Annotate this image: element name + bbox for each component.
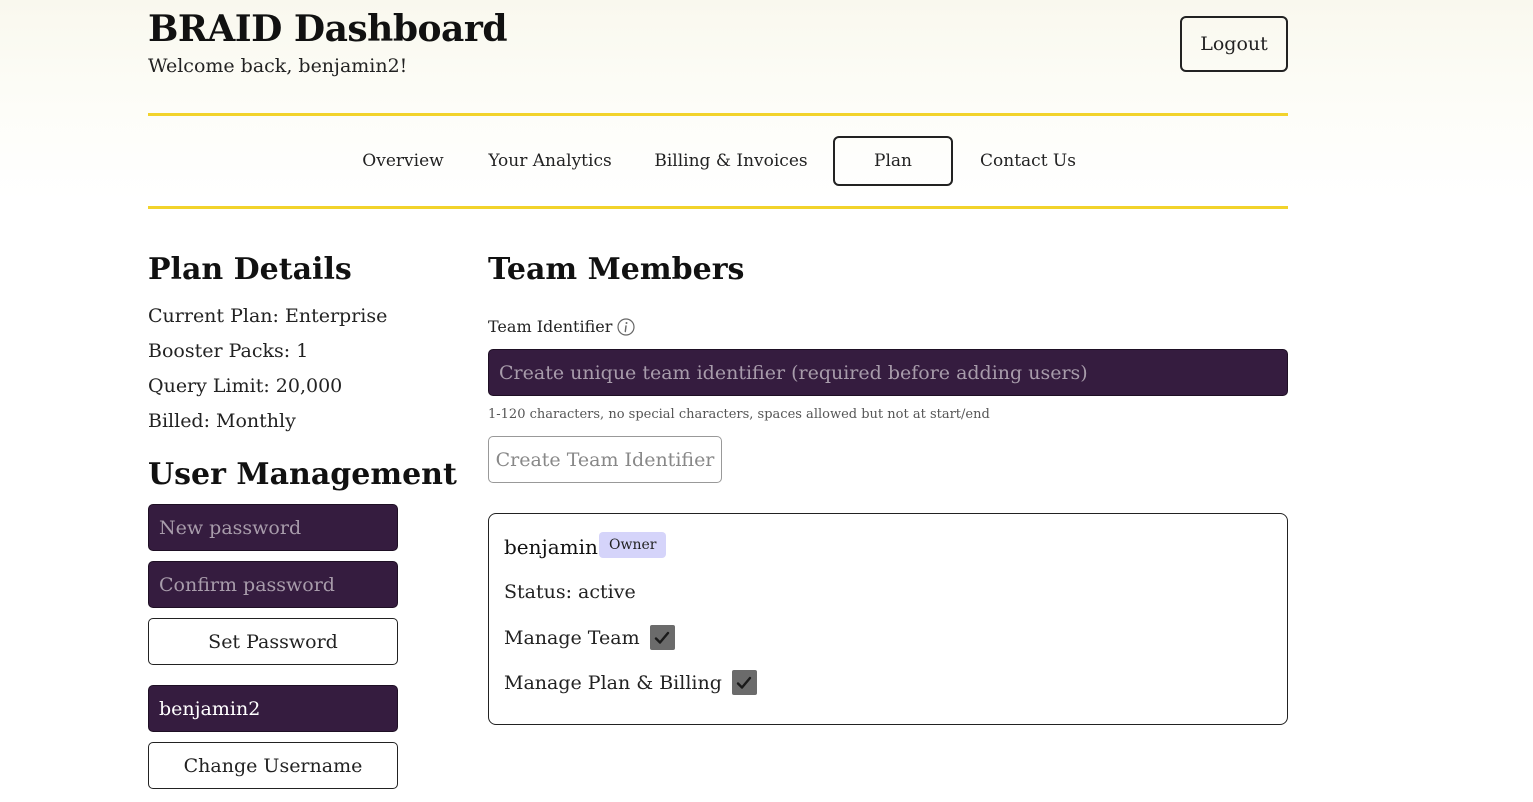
manage-billing-checkbox[interactable] bbox=[731, 670, 757, 695]
username-input[interactable] bbox=[148, 685, 398, 732]
tab-overview[interactable]: Overview bbox=[353, 136, 453, 186]
team-identifier-input[interactable] bbox=[488, 349, 1288, 396]
tab-your-analytics[interactable]: Your Analytics bbox=[481, 136, 619, 186]
top-divider bbox=[148, 113, 1288, 116]
team-identifier-label-text: Team Identifier bbox=[488, 317, 613, 336]
tab-plan[interactable]: Plan bbox=[833, 136, 953, 186]
checkmark-icon bbox=[654, 631, 670, 644]
team-identifier-label: Team Identifier bbox=[488, 317, 635, 336]
manage-team-checkbox[interactable] bbox=[649, 625, 675, 650]
manage-billing-label: Manage Plan & Billing bbox=[504, 671, 722, 694]
main-nav: Overview Your Analytics Billing & Invoic… bbox=[148, 136, 1288, 186]
tab-billing-invoices[interactable]: Billing & Invoices bbox=[648, 136, 814, 186]
member-card: benjamin Owner Status: active Manage Tea… bbox=[488, 513, 1288, 725]
manage-billing-permission: Manage Plan & Billing bbox=[504, 670, 757, 695]
team-identifier-hint: 1-120 characters, no special characters,… bbox=[488, 407, 990, 422]
billing-cycle: Billed: Monthly bbox=[148, 410, 296, 432]
confirm-password-input[interactable] bbox=[148, 561, 398, 608]
current-plan: Current Plan: Enterprise bbox=[148, 305, 388, 327]
new-password-input[interactable] bbox=[148, 504, 398, 551]
change-username-button[interactable]: Change Username bbox=[148, 742, 398, 789]
booster-packs: Booster Packs: 1 bbox=[148, 340, 309, 362]
team-members-title: Team Members bbox=[488, 252, 745, 287]
logout-button[interactable]: Logout bbox=[1180, 16, 1288, 72]
header: BRAID Dashboard Welcome back, benjamin2!… bbox=[148, 8, 1288, 108]
tab-contact-us[interactable]: Contact Us bbox=[974, 136, 1082, 186]
app-title: BRAID Dashboard bbox=[148, 8, 508, 50]
owner-badge: Owner bbox=[599, 532, 667, 558]
welcome-message: Welcome back, benjamin2! bbox=[148, 55, 408, 77]
member-status: Status: active bbox=[504, 581, 636, 603]
plan-details-title: Plan Details bbox=[148, 252, 352, 287]
manage-team-permission: Manage Team bbox=[504, 625, 675, 650]
info-circle-icon[interactable] bbox=[617, 317, 635, 336]
user-management-title: User Management bbox=[148, 457, 457, 492]
create-team-identifier-button[interactable]: Create Team Identifier bbox=[488, 436, 722, 483]
manage-team-label: Manage Team bbox=[504, 626, 640, 649]
member-name: benjamin bbox=[504, 535, 598, 559]
nav-bottom-divider bbox=[148, 206, 1288, 209]
set-password-button[interactable]: Set Password bbox=[148, 618, 398, 665]
checkmark-icon bbox=[737, 676, 752, 689]
query-limit: Query Limit: 20,000 bbox=[148, 375, 343, 397]
